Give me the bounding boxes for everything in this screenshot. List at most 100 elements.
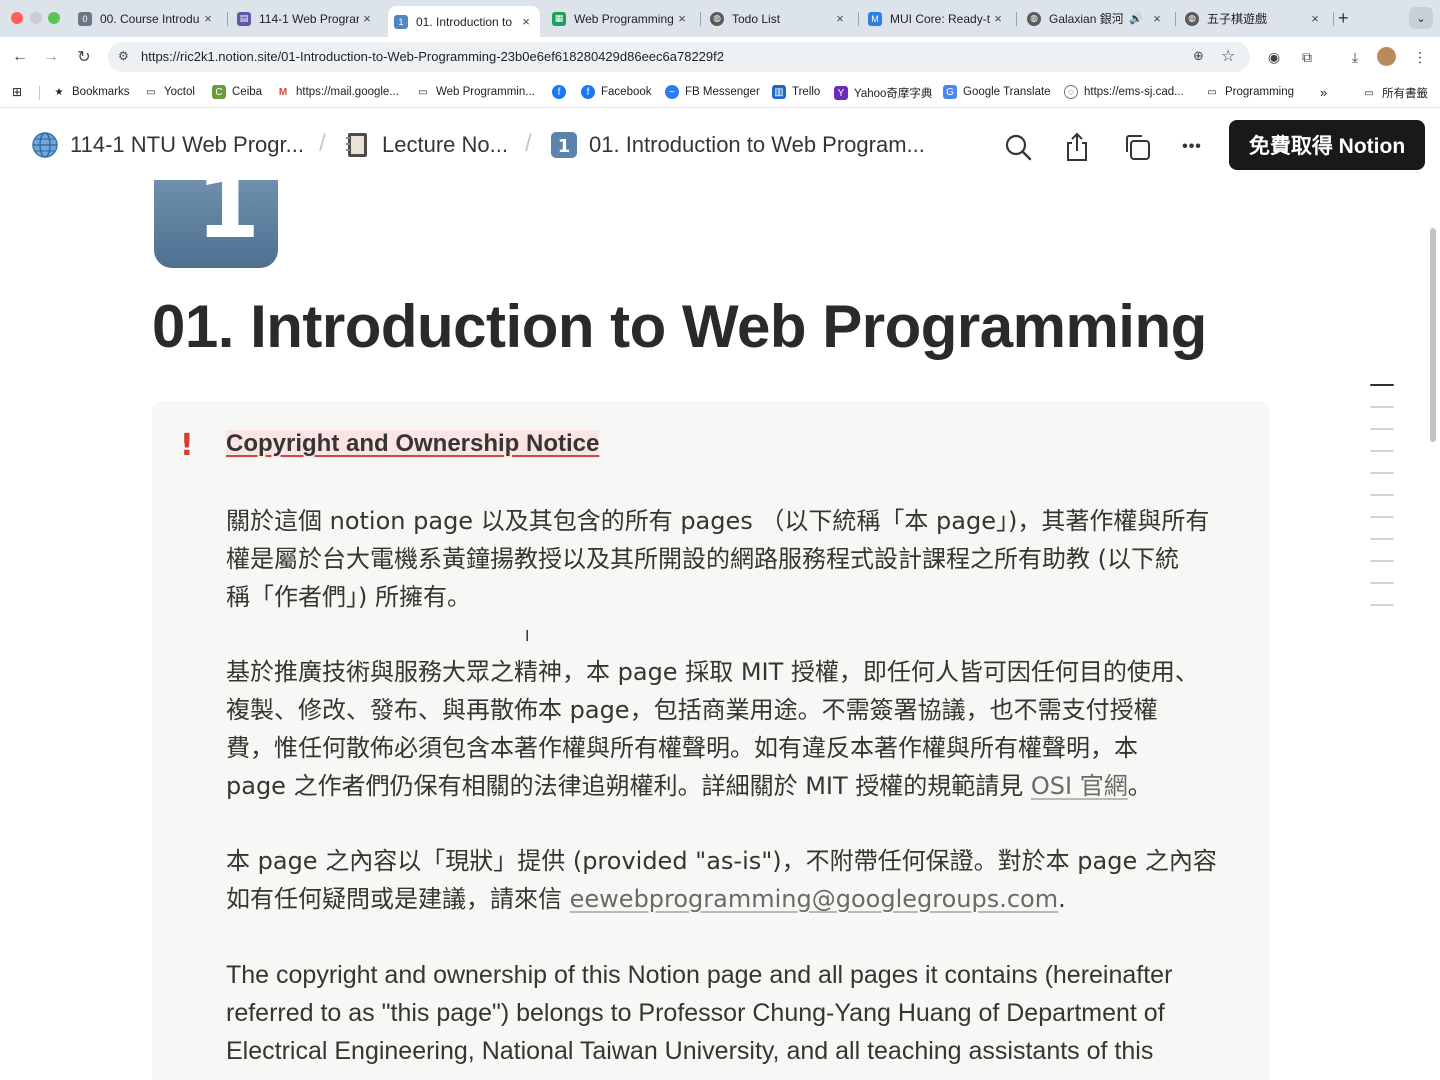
exclamation-icon[interactable]: ! xyxy=(180,428,194,463)
browser-tab-mui[interactable]: M MUI Core: Ready-t × xyxy=(862,6,1012,31)
toc-line[interactable] xyxy=(1370,494,1394,496)
apps-grid-icon[interactable]: ⊞ xyxy=(10,85,30,99)
browser-tab-course-intro[interactable]: 0 00. Course Introdu × xyxy=(72,6,222,31)
page-title[interactable]: 01. Introduction to Web Programming xyxy=(152,292,1207,361)
duplicate-icon[interactable] xyxy=(1122,132,1152,162)
toc-line[interactable] xyxy=(1370,604,1394,606)
new-tab-button[interactable]: + xyxy=(1338,8,1349,29)
breadcrumb-current-page[interactable]: 1 01. Introduction to Web Program... xyxy=(549,128,925,162)
share-icon[interactable] xyxy=(1062,132,1092,162)
breadcrumb-lecture-notes[interactable]: Lecture No... xyxy=(342,128,508,162)
tab-search-chevron-icon[interactable]: ⌄ xyxy=(1409,7,1433,29)
table-of-contents-minimap[interactable] xyxy=(1370,384,1396,626)
osi-link[interactable]: OSI 官網 xyxy=(1031,772,1128,800)
close-icon[interactable]: × xyxy=(832,11,848,26)
bookmarks-bar: ⊞ ★ Bookmarks ▭ Yoctol C Ceiba Mhttps://mai… xyxy=(0,77,1440,108)
close-icon[interactable]: × xyxy=(200,11,216,26)
bookmark-all-bookmarks[interactable]: ▭ 所有書籤 xyxy=(1362,85,1428,101)
toc-line[interactable] xyxy=(1370,472,1394,474)
profile-avatar[interactable] xyxy=(1377,47,1396,66)
bookmark-trello[interactable]: ▥ Trello xyxy=(772,85,820,99)
close-icon[interactable]: × xyxy=(1307,11,1323,26)
browser-tab-strip: 0 00. Course Introdu × ▤ 114-1 Web Progr… xyxy=(0,0,1440,37)
speaker-icon[interactable]: 🔊 xyxy=(1129,12,1143,25)
get-notion-free-button[interactable]: 免費取得 Notion xyxy=(1229,120,1425,170)
notice-paragraph-zh-1[interactable]: 關於這個 notion page 以及其包含的所有 pages （以下統稱「本 … xyxy=(226,502,1236,616)
folder-icon: ▭ xyxy=(418,86,428,98)
folder-icon: ▭ xyxy=(1364,87,1374,99)
bookmark-ceiba[interactable]: C Ceiba xyxy=(212,85,262,99)
mui-icon: M xyxy=(868,11,882,26)
bookmark-facebook-icon-only[interactable]: f xyxy=(552,85,572,99)
bookmark-yahoo-dict[interactable]: Y Yahoo奇摩字典 xyxy=(834,85,932,101)
breadcrumb-label: 01. Introduction to Web Program... xyxy=(589,132,925,157)
more-options-icon[interactable]: ••• xyxy=(1177,132,1207,162)
toc-line[interactable] xyxy=(1370,516,1394,518)
address-bar[interactable]: ⚙ https://ric2k1.notion.site/01-Introduc… xyxy=(108,42,1250,72)
bookmark-ems[interactable]: ◌ https://ems-sj.cad... xyxy=(1064,85,1184,99)
trello-icon: ▥ xyxy=(772,85,786,99)
breadcrumb-course[interactable]: 114-1 NTU Web Progr... xyxy=(30,128,304,162)
bookmark-fb-messenger[interactable]: ~ FB Messenger xyxy=(665,85,760,99)
zoom-icon[interactable]: ⊕ xyxy=(1193,48,1204,64)
number-one-icon: 1 xyxy=(549,130,579,160)
callout-heading[interactable]: Copyright and Ownership Notice xyxy=(226,430,600,458)
bookmark-web-programming[interactable]: ▭ Web Programmin... xyxy=(416,85,535,99)
close-icon[interactable]: × xyxy=(990,11,1006,26)
browser-tab-sheets[interactable]: ▦ Web Programming × xyxy=(546,6,696,31)
reload-icon[interactable]: ↻ xyxy=(73,46,95,68)
notion-topbar: 114-1 NTU Web Progr... / Lecture No... /… xyxy=(0,108,1440,180)
tab-label: 01. Introduction to xyxy=(416,14,513,29)
browser-tab-web-prog-db[interactable]: ▤ 114-1 Web Prograr × xyxy=(231,6,381,31)
toc-line[interactable] xyxy=(1370,450,1394,452)
bookmark-star-icon[interactable]: ☆ xyxy=(1221,46,1235,66)
bookmark-bookmarks[interactable]: ★ Bookmarks xyxy=(52,85,130,99)
facebook-icon: f xyxy=(581,85,595,99)
bookmark-google-translate[interactable]: G Google Translate xyxy=(943,85,1051,99)
page-icon-number-one[interactable]: 1 xyxy=(154,180,278,268)
browser-tab-todo[interactable]: ◍ Todo List × xyxy=(704,6,854,31)
tab-label: 00. Course Introdu xyxy=(100,11,200,26)
close-icon[interactable]: × xyxy=(1149,11,1165,26)
notice-paragraph-zh-2[interactable]: 基於推廣技術與服務大眾之精神，本 page 採取 MIT 授權，即任何人皆可因任… xyxy=(226,653,1236,805)
email-link[interactable]: eewebprogramming@googlegroups.com xyxy=(570,885,1058,913)
toc-line[interactable] xyxy=(1370,428,1394,430)
toc-line[interactable] xyxy=(1370,384,1394,386)
bookmark-programming[interactable]: ▭ Programming xyxy=(1205,85,1294,99)
translate-icon: G xyxy=(943,85,957,99)
close-icon[interactable]: × xyxy=(674,11,690,26)
forward-arrow-icon[interactable]: → xyxy=(40,46,62,68)
url-text[interactable]: https://ric2k1.notion.site/01-Introducti… xyxy=(141,49,724,64)
bookmark-gmail[interactable]: Mhttps://mail.google... xyxy=(276,85,399,99)
bookmark-facebook[interactable]: f Facebook xyxy=(581,85,652,99)
folder-icon: ▭ xyxy=(1207,86,1217,98)
toc-line[interactable] xyxy=(1370,560,1394,562)
kebab-menu-icon[interactable]: ⋮ xyxy=(1410,47,1430,67)
window-zoom-button[interactable] xyxy=(48,12,60,24)
browser-tab-intro-active[interactable]: 1 01. Introduction to × xyxy=(388,6,540,37)
browser-tab-galaxian[interactable]: ◍ Galaxian 銀河​ 🔊 × xyxy=(1021,6,1171,31)
search-icon[interactable] xyxy=(1003,132,1033,162)
toc-line[interactable] xyxy=(1370,406,1394,408)
extensions-puzzle-icon[interactable]: ⧉ xyxy=(1297,47,1317,67)
download-icon[interactable]: ⤓ xyxy=(1345,47,1365,67)
back-arrow-icon[interactable]: ← xyxy=(9,46,31,68)
globe-icon: ◌ xyxy=(1064,85,1078,99)
tab-label: MUI Core: Ready-t xyxy=(890,11,990,26)
close-icon[interactable]: × xyxy=(518,14,534,29)
page-scrollbar[interactable] xyxy=(1430,228,1436,442)
toc-line[interactable] xyxy=(1370,538,1394,540)
site-info-icon[interactable]: ⚙ xyxy=(118,49,129,63)
notice-paragraph-en[interactable]: The copyright and ownership of this Noti… xyxy=(226,956,1236,1070)
notion-db-icon: ▤ xyxy=(237,11,251,26)
notice-paragraph-zh-3[interactable]: 本 page 之內容以「現狀」提供 (provided "as-is")，不附帶… xyxy=(226,842,1236,918)
globe-icon: ◍ xyxy=(710,11,724,26)
bookmark-yoctol[interactable]: ▭ Yoctol xyxy=(144,85,195,99)
window-close-button[interactable] xyxy=(11,12,23,24)
extension-globe-icon[interactable]: ◉ xyxy=(1264,47,1284,67)
window-minimize-button[interactable] xyxy=(30,12,42,24)
bookmarks-overflow-button[interactable]: » xyxy=(1320,85,1327,100)
toc-line[interactable] xyxy=(1370,582,1394,584)
close-icon[interactable]: × xyxy=(359,11,375,26)
browser-tab-gomoku[interactable]: ◍ 五子棋遊戲 × xyxy=(1179,6,1329,31)
